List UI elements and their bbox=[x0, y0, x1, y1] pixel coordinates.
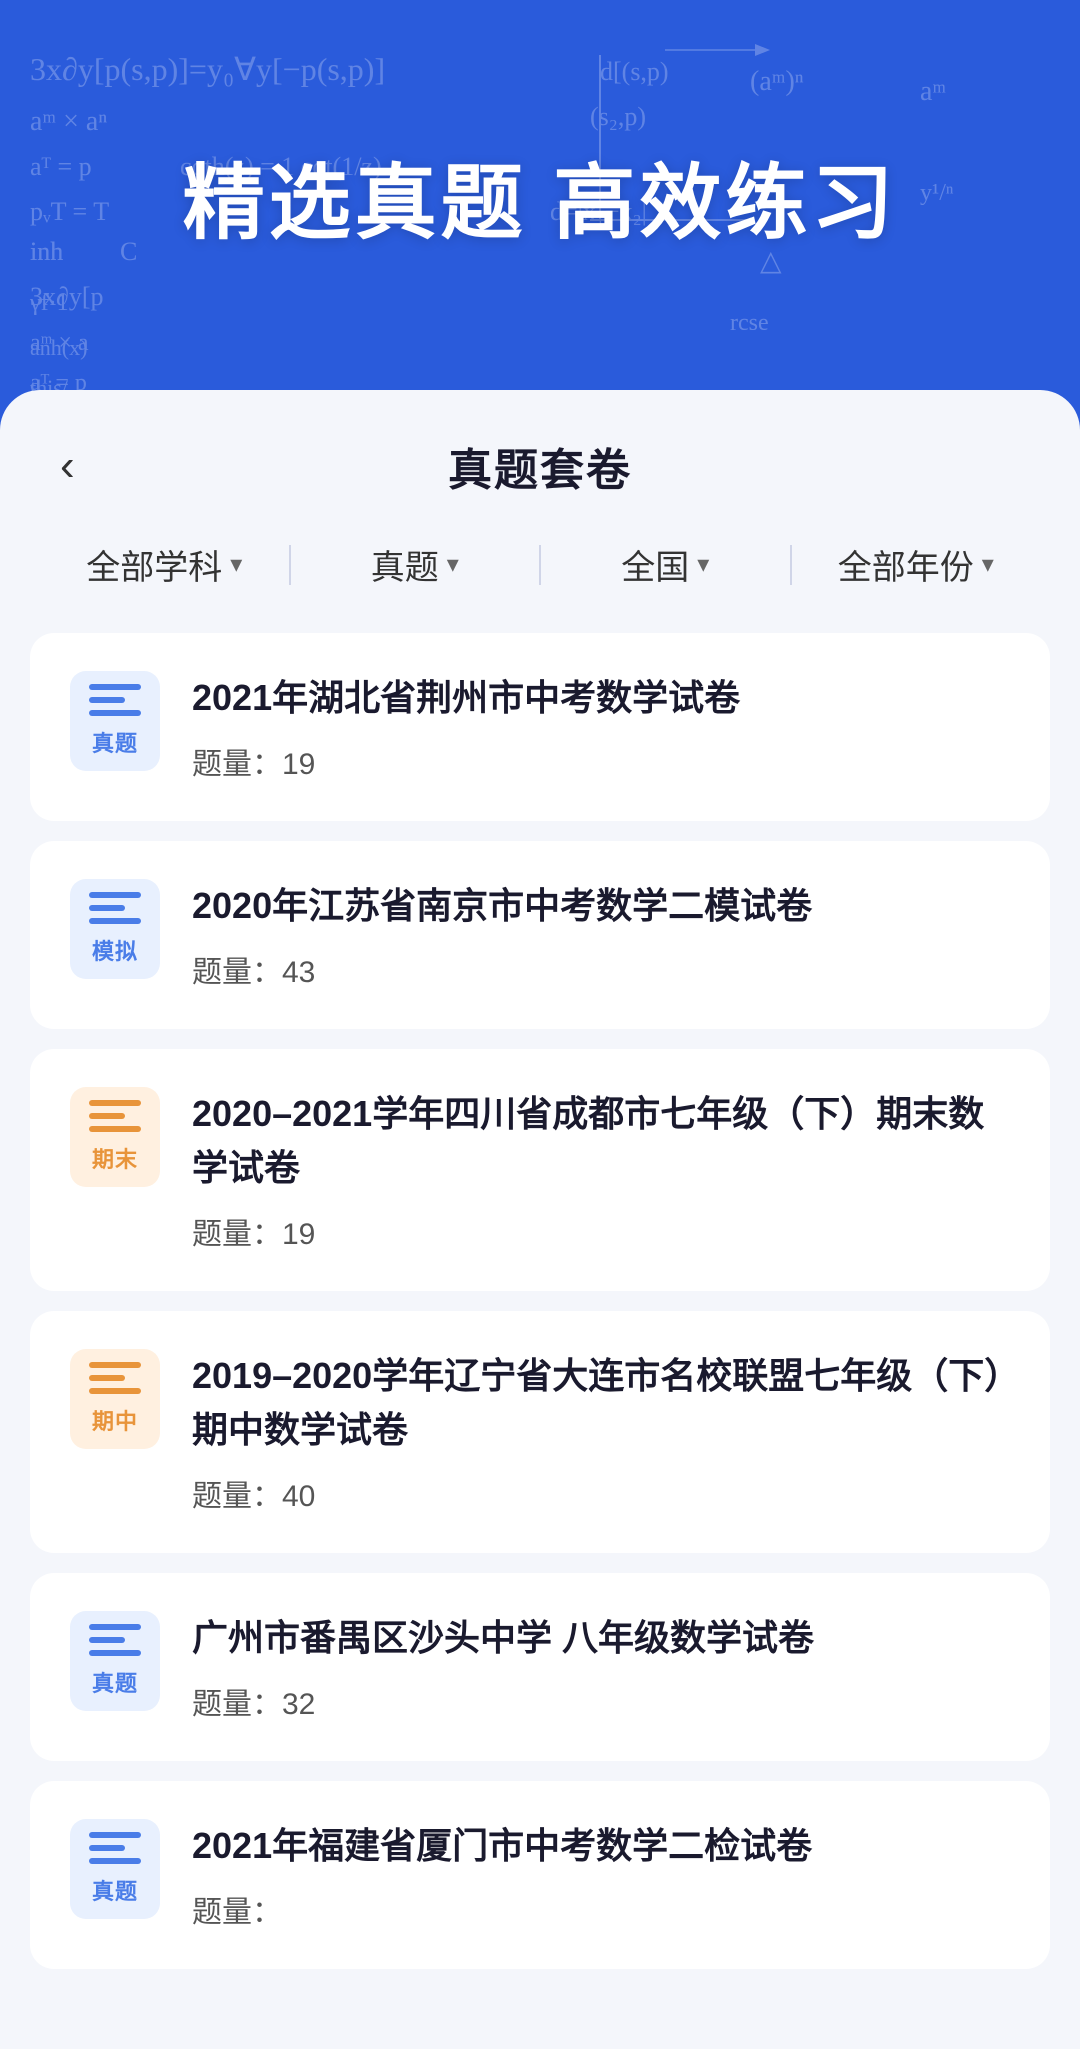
card-header: ‹ 真题套卷 bbox=[0, 390, 1080, 526]
list-item[interactable]: 真题 2021年福建省厦门市中考数学二检试卷 题量： bbox=[30, 1781, 1050, 1969]
page-title: 真题套卷 bbox=[448, 434, 632, 498]
badge-icon-moni: 模拟 bbox=[70, 879, 160, 979]
badge-icon-zhenti3: 真题 bbox=[70, 1819, 160, 1919]
item-title: 2019–2020学年辽宁省大连市名校联盟七年级（下）期中数学试卷 bbox=[192, 1349, 1010, 1457]
list-item[interactable]: 真题 广州市番禺区沙头中学 八年级数学试卷 题量：32 bbox=[30, 1573, 1050, 1761]
item-meta: 题量：32 bbox=[192, 1679, 1010, 1723]
list-item[interactable]: 真题 2021年湖北省荆州市中考数学试卷 题量：19 bbox=[30, 633, 1050, 821]
hero-section: 精选真题 高效练习 bbox=[0, 0, 1080, 390]
item-meta: 题量：19 bbox=[192, 739, 1010, 783]
filter-region[interactable]: 全国 ▾ bbox=[541, 526, 790, 603]
list-item[interactable]: 模拟 2020年江苏省南京市中考数学二模试卷 题量：43 bbox=[30, 841, 1050, 1029]
item-title: 2021年福建省厦门市中考数学二检试卷 bbox=[192, 1819, 1010, 1873]
item-meta: 题量： bbox=[192, 1887, 1010, 1931]
chevron-down-icon: ▾ bbox=[447, 550, 459, 579]
badge-icon-qimo: 期末 bbox=[70, 1087, 160, 1187]
exam-list: 真题 2021年湖北省荆州市中考数学试卷 题量：19 模拟 2020年江苏省南 bbox=[0, 633, 1080, 1989]
filter-row: 全部学科 ▾ 真题 ▾ 全国 ▾ 全部年份 ▾ bbox=[0, 526, 1080, 603]
chevron-down-icon: ▾ bbox=[230, 550, 242, 579]
list-item[interactable]: 期末 2020–2021学年四川省成都市七年级（下）期末数学试卷 题量：19 bbox=[30, 1049, 1050, 1291]
item-meta: 题量：40 bbox=[192, 1471, 1010, 1515]
item-meta: 题量：43 bbox=[192, 947, 1010, 991]
badge-icon-zhenti: 真题 bbox=[70, 671, 160, 771]
item-title: 2020年江苏省南京市中考数学二模试卷 bbox=[192, 879, 1010, 933]
main-card: ‹ 真题套卷 全部学科 ▾ 真题 ▾ 全国 ▾ 全部年份 ▾ bbox=[0, 390, 1080, 2049]
chevron-down-icon: ▾ bbox=[697, 550, 709, 579]
item-title: 广州市番禺区沙头中学 八年级数学试卷 bbox=[192, 1611, 1010, 1665]
badge-icon-qizhong: 期中 bbox=[70, 1349, 160, 1449]
list-item[interactable]: 期中 2019–2020学年辽宁省大连市名校联盟七年级（下）期中数学试卷 题量：… bbox=[30, 1311, 1050, 1553]
item-meta: 题量：19 bbox=[192, 1209, 1010, 1253]
hero-title: 精选真题 高效练习 bbox=[183, 136, 898, 255]
filter-type[interactable]: 真题 ▾ bbox=[291, 526, 540, 603]
item-title: 2020–2021学年四川省成都市七年级（下）期末数学试卷 bbox=[192, 1087, 1010, 1195]
badge-icon-zhenti2: 真题 bbox=[70, 1611, 160, 1711]
filter-subject[interactable]: 全部学科 ▾ bbox=[40, 526, 289, 603]
chevron-down-icon: ▾ bbox=[982, 550, 994, 579]
item-title: 2021年湖北省荆州市中考数学试卷 bbox=[192, 671, 1010, 725]
filter-year[interactable]: 全部年份 ▾ bbox=[792, 526, 1041, 603]
back-button[interactable]: ‹ bbox=[60, 444, 75, 488]
